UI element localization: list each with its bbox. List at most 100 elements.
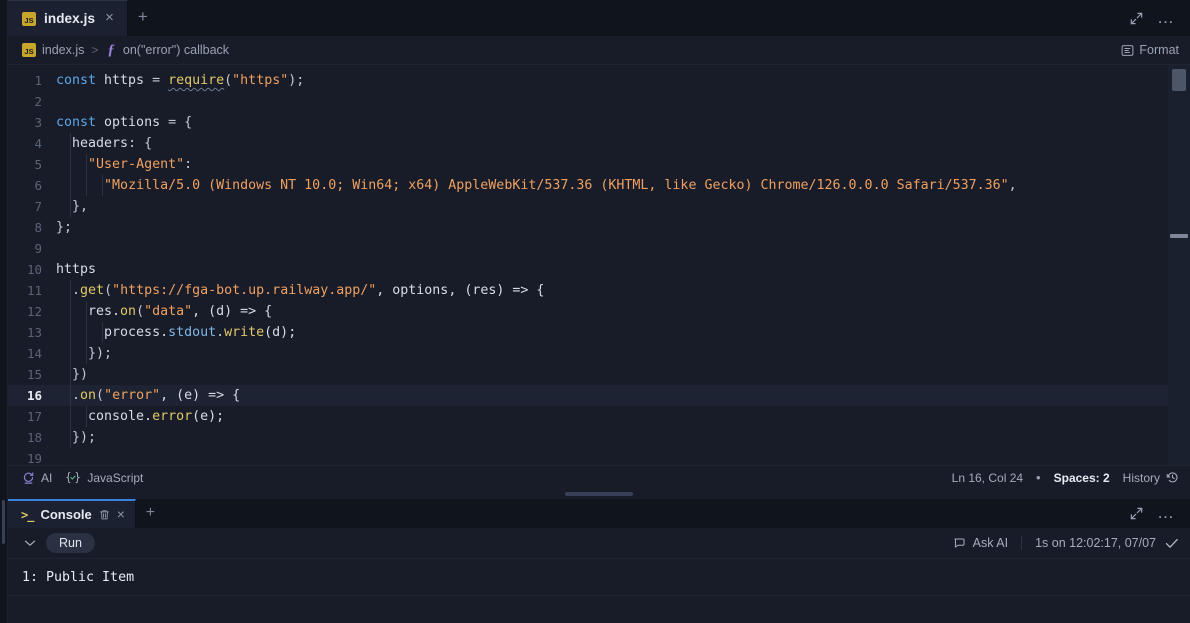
line-number: 1 — [8, 73, 56, 88]
more-horizontal-icon[interactable]: … — [1153, 5, 1179, 31]
line-number: 5 — [8, 157, 56, 172]
breadcrumb-file-label: index.js — [42, 43, 84, 57]
line-number: 7 — [8, 199, 56, 214]
breadcrumb: JS index.js > ƒ on("error") callback For… — [8, 36, 1190, 65]
code-line[interactable]: 12 res.on("data", (d) => { — [8, 301, 1168, 322]
chevron-down-icon[interactable] — [18, 532, 42, 554]
line-number: 11 — [8, 283, 56, 298]
code-line[interactable]: 13 process.stdout.write(d); — [8, 322, 1168, 343]
line-number: 19 — [8, 451, 56, 465]
breadcrumb-file[interactable]: JS index.js — [22, 43, 84, 57]
rail-scroll-thumb[interactable] — [2, 500, 5, 544]
console-tab-bar: >_ Console × + — [8, 499, 1190, 528]
editor-tab-bar: JS index.js × + … — [8, 0, 1190, 36]
code-text: }, — [56, 196, 88, 217]
tab-console[interactable]: >_ Console × — [8, 499, 136, 528]
code-text: }); — [56, 343, 112, 364]
function-icon: ƒ — [105, 42, 117, 59]
expand-arrows-icon[interactable] — [1123, 5, 1149, 31]
line-number: 6 — [8, 178, 56, 193]
code-text: }); — [56, 427, 96, 448]
code-text: "Mozilla/5.0 (Windows NT 10.0; Win64; x6… — [56, 175, 1017, 196]
code-text: const options = { — [56, 112, 192, 133]
code-line[interactable]: 10https — [8, 259, 1168, 280]
code-text: console.error(e); — [56, 406, 224, 427]
code-line[interactable]: 6 "Mozilla/5.0 (Windows NT 10.0; Win64; … — [8, 175, 1168, 196]
code-line[interactable]: 3const options = { — [8, 112, 1168, 133]
code-text: }; — [56, 217, 72, 238]
code-line[interactable]: 14 }); — [8, 343, 1168, 364]
code-line[interactable]: 16 .on("error", (e) => { — [8, 385, 1168, 406]
line-number: 17 — [8, 409, 56, 424]
more-horizontal-icon[interactable]: … — [1153, 501, 1179, 527]
format-document-icon — [1121, 44, 1134, 57]
run-button[interactable]: Run — [46, 533, 95, 553]
code-text: .on("error", (e) => { — [56, 385, 240, 406]
ask-ai-label: Ask AI — [973, 536, 1008, 550]
run-metadata: 1s on 12:02:17, 07/07 — [1022, 536, 1179, 550]
new-tab-button[interactable]: + — [128, 0, 158, 36]
new-console-tab-button[interactable]: + — [136, 499, 165, 528]
trash-icon[interactable] — [99, 509, 110, 521]
code-line[interactable]: 8}; — [8, 217, 1168, 238]
console-panel: >_ Console × + — [8, 499, 1190, 623]
expand-arrows-icon[interactable] — [1123, 501, 1149, 527]
code-text: headers: { — [56, 133, 152, 154]
code-text: "User-Agent": — [56, 154, 192, 175]
code-line[interactable]: 1const https = require("https"); — [8, 70, 1168, 91]
console-input-area[interactable] — [8, 595, 1190, 623]
line-number: 2 — [8, 94, 56, 109]
history-button[interactable]: History — [1123, 471, 1179, 485]
format-label: Format — [1139, 43, 1179, 57]
breadcrumb-symbol-label: on("error") callback — [123, 43, 229, 57]
code-editor-app: JS index.js × + … JS index.js > ƒ on("e — [0, 0, 1190, 623]
close-icon[interactable]: × — [103, 9, 116, 28]
line-number: 4 — [8, 136, 56, 151]
breadcrumb-symbol[interactable]: ƒ on("error") callback — [105, 42, 229, 59]
braces-check-icon — [65, 471, 81, 484]
ai-status-button[interactable]: AI — [22, 471, 52, 485]
breadcrumb-separator: > — [91, 43, 98, 57]
ask-ai-button[interactable]: Ask AI — [953, 536, 1022, 550]
editor-scrollbar-thumb[interactable] — [1172, 69, 1186, 91]
tab-label: index.js — [44, 11, 95, 26]
line-number: 3 — [8, 115, 56, 130]
ai-label: AI — [41, 471, 52, 485]
code-line[interactable]: 2 — [8, 91, 1168, 112]
code-line[interactable]: 17 console.error(e); — [8, 406, 1168, 427]
line-number: 16 — [8, 388, 56, 403]
format-button[interactable]: Format — [1121, 43, 1179, 57]
code-text: https — [56, 259, 96, 280]
language-label: JavaScript — [87, 471, 143, 485]
cursor-position[interactable]: Ln 16, Col 24 — [952, 471, 1023, 485]
code-text: process.stdout.write(d); — [56, 322, 296, 343]
code-line[interactable]: 11 .get("https://fga-bot.up.railway.app/… — [8, 280, 1168, 301]
resize-grip — [565, 492, 633, 496]
status-bar-right: Ln 16, Col 24 • Spaces: 2 History — [952, 471, 1179, 485]
code-line[interactable]: 5 "User-Agent": — [8, 154, 1168, 175]
clock-rewind-icon — [1166, 471, 1179, 484]
code-editor[interactable]: 1const https = require("https"); 2 3const … — [8, 65, 1190, 465]
code-line[interactable]: 9 — [8, 238, 1168, 259]
line-number: 18 — [8, 430, 56, 445]
code-line[interactable]: 19 — [8, 448, 1168, 465]
code-line[interactable]: 18 }); — [8, 427, 1168, 448]
console-tab-actions: … — [1123, 499, 1190, 528]
line-number: 15 — [8, 367, 56, 382]
code-text: res.on("data", (d) => { — [56, 301, 272, 322]
code-line[interactable]: 7 }, — [8, 196, 1168, 217]
history-label: History — [1123, 471, 1160, 485]
code-line[interactable]: 15 }) — [8, 364, 1168, 385]
status-separator: • — [1036, 471, 1041, 484]
console-tab-label: Console — [40, 507, 91, 522]
tab-bar-actions: … — [1123, 0, 1190, 36]
language-mode-button[interactable]: JavaScript — [65, 471, 143, 485]
close-icon[interactable]: × — [117, 506, 125, 524]
indentation-setting[interactable]: Spaces: 2 — [1054, 471, 1110, 485]
panel-resize-handle[interactable] — [8, 489, 1190, 499]
editor-scrollbar[interactable] — [1168, 65, 1190, 465]
code-line[interactable]: 4 headers: { — [8, 133, 1168, 154]
tab-index-js[interactable]: JS index.js × — [8, 0, 128, 36]
line-number: 12 — [8, 304, 56, 319]
js-file-icon: JS — [22, 43, 36, 57]
